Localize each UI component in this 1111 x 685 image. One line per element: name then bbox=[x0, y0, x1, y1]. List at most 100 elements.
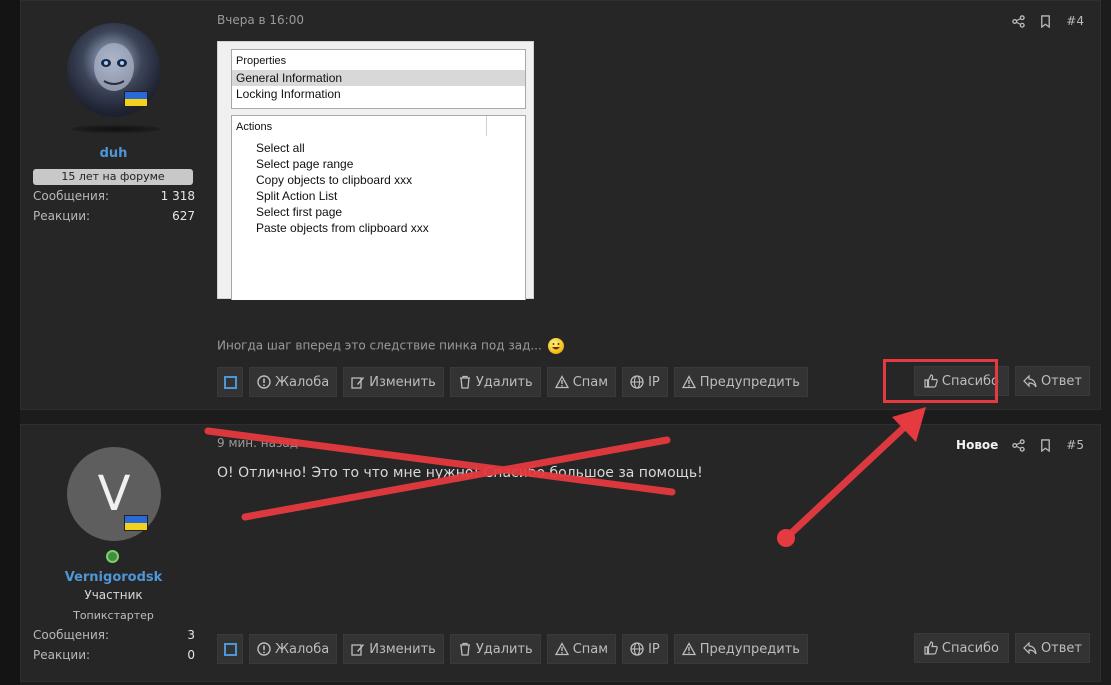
post-tools: #4 bbox=[1012, 14, 1084, 28]
warning-triangle-icon bbox=[554, 642, 569, 656]
button-label: Изменить bbox=[369, 374, 436, 390]
stat-value: 3 bbox=[187, 628, 195, 642]
post-reactions: Спасибо Ответ bbox=[913, 633, 1090, 663]
post-date[interactable]: 9 мин. назад bbox=[217, 436, 298, 450]
button-label: Жалоба bbox=[275, 374, 330, 390]
user-block: V Vernigorodsk Участник Топикстартер Соо… bbox=[21, 425, 206, 681]
post-4: duh 15 лет на форуме Сообщения: 1 318 Ре… bbox=[20, 0, 1101, 410]
warning-triangle-icon bbox=[554, 375, 569, 389]
edit-button[interactable]: Изменить bbox=[343, 367, 444, 397]
left-frame bbox=[0, 0, 20, 685]
delete-button[interactable]: Удалить bbox=[449, 634, 541, 664]
properties-header: Properties bbox=[236, 55, 287, 67]
properties-panel: Properties General Information Locking I… bbox=[231, 49, 526, 109]
edit-button[interactable]: Изменить bbox=[343, 634, 444, 664]
avatar-initial: V bbox=[97, 466, 131, 522]
avatar-shadow bbox=[71, 125, 161, 133]
action-item: Select all bbox=[256, 141, 305, 155]
ip-button[interactable]: IP bbox=[622, 634, 668, 664]
button-label: Спам bbox=[572, 374, 609, 390]
username[interactable]: duh bbox=[21, 146, 206, 161]
stat-reactions: Реакции: 0 bbox=[33, 648, 195, 662]
user-block: duh 15 лет на форуме Сообщения: 1 318 Ре… bbox=[21, 1, 206, 409]
select-checkbox[interactable] bbox=[217, 367, 243, 397]
ukraine-flag-icon bbox=[124, 91, 148, 107]
signature-text: Иногда шаг вперед это следствие пинка по… bbox=[217, 338, 542, 353]
stat-value: 1 318 bbox=[160, 189, 195, 203]
stat-label: Сообщения: bbox=[33, 189, 110, 203]
attached-screenshot[interactable]: Properties General Information Locking I… bbox=[217, 41, 534, 300]
post-actions: Жалоба Изменить Удалить Спам IP Предупре… bbox=[217, 634, 808, 664]
warning-triangle-icon bbox=[681, 642, 696, 656]
smiley-icon bbox=[547, 338, 564, 354]
reply-button[interactable]: Ответ bbox=[1014, 366, 1090, 396]
report-button[interactable]: Жалоба bbox=[249, 634, 338, 664]
button-label: Удалить bbox=[475, 641, 533, 657]
action-item: Split Action List bbox=[256, 189, 338, 203]
signature: Иногда шаг вперед это следствие пинка по… bbox=[217, 338, 564, 354]
edit-icon bbox=[351, 377, 365, 389]
button-label: Предупредить bbox=[699, 374, 800, 390]
spam-button[interactable]: Спам bbox=[546, 634, 617, 664]
alert-circle-icon bbox=[257, 375, 271, 389]
stat-value: 0 bbox=[187, 648, 195, 662]
properties-row: Locking Information bbox=[236, 87, 341, 101]
post-number[interactable]: #4 bbox=[1066, 14, 1084, 28]
button-label: Предупредить bbox=[699, 641, 800, 657]
warning-triangle-icon bbox=[681, 375, 696, 389]
checkbox-icon bbox=[223, 642, 237, 656]
button-label: Ответ bbox=[1040, 640, 1082, 656]
bookmark-icon[interactable] bbox=[1039, 438, 1052, 452]
thumbs-up-icon bbox=[924, 641, 938, 655]
post-5: V Vernigorodsk Участник Топикстартер Соо… bbox=[20, 424, 1101, 682]
stat-value: 627 bbox=[172, 209, 195, 223]
properties-row: General Information bbox=[232, 70, 525, 86]
actions-panel: Actions Select all Select page range Cop… bbox=[231, 115, 526, 300]
bookmark-icon[interactable] bbox=[1039, 14, 1052, 28]
globe-icon bbox=[630, 375, 644, 389]
warn-button[interactable]: Предупредить bbox=[673, 367, 808, 397]
actions-header: Actions bbox=[236, 121, 273, 133]
share-icon[interactable] bbox=[1012, 438, 1026, 452]
new-label: Новое bbox=[956, 438, 999, 452]
online-status-icon bbox=[106, 550, 119, 563]
stat-label: Сообщения: bbox=[33, 628, 110, 642]
stat-messages: Сообщения: 1 318 bbox=[33, 189, 195, 203]
button-label: Спам bbox=[572, 641, 609, 657]
button-label: IP bbox=[648, 374, 660, 390]
annotation-highlight-box bbox=[883, 359, 998, 403]
reply-icon bbox=[1023, 641, 1037, 655]
post-date[interactable]: Вчера в 16:00 bbox=[217, 13, 304, 27]
alert-circle-icon bbox=[257, 642, 271, 656]
reply-button[interactable]: Ответ bbox=[1014, 633, 1090, 663]
button-label: Жалоба bbox=[275, 641, 330, 657]
user-subrole: Топикстартер bbox=[73, 609, 154, 622]
spam-button[interactable]: Спам bbox=[546, 367, 617, 397]
button-label: IP bbox=[648, 641, 660, 657]
column-divider bbox=[486, 116, 487, 136]
post-actions: Жалоба Изменить Удалить Спам IP Предупре… bbox=[217, 367, 808, 397]
report-button[interactable]: Жалоба bbox=[249, 367, 338, 397]
warn-button[interactable]: Предупредить bbox=[673, 634, 808, 664]
delete-button[interactable]: Удалить bbox=[449, 367, 541, 397]
reply-icon bbox=[1023, 374, 1037, 388]
stat-label: Реакции: bbox=[33, 648, 91, 662]
ip-button[interactable]: IP bbox=[622, 367, 668, 397]
stat-messages: Сообщения: 3 bbox=[33, 628, 195, 642]
ukraine-flag-icon bbox=[124, 515, 148, 531]
action-item: Select first page bbox=[256, 205, 343, 219]
post-number[interactable]: #5 bbox=[1066, 438, 1084, 452]
stat-reactions: Реакции: 627 bbox=[33, 209, 195, 223]
trash-icon bbox=[459, 375, 470, 389]
share-icon[interactable] bbox=[1012, 14, 1026, 28]
checkbox-icon bbox=[223, 375, 237, 389]
stat-label: Реакции: bbox=[33, 209, 91, 223]
globe-icon bbox=[630, 642, 644, 656]
button-label: Спасибо bbox=[941, 640, 1000, 656]
button-label: Удалить bbox=[475, 374, 533, 390]
username[interactable]: Vernigorodsk bbox=[21, 570, 206, 585]
like-button[interactable]: Спасибо bbox=[913, 633, 1009, 663]
post-tools: Новое #5 bbox=[956, 438, 1084, 452]
select-checkbox[interactable] bbox=[217, 634, 243, 664]
action-item: Paste objects from clipboard xxx bbox=[256, 221, 429, 235]
